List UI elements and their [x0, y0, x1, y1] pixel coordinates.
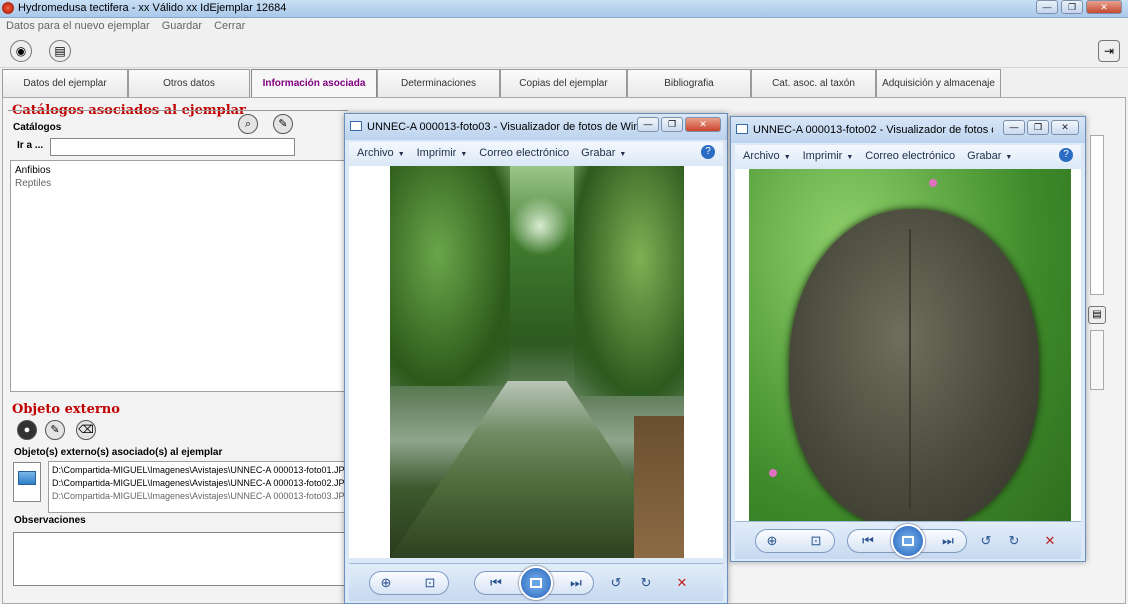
menu-grabar[interactable]: Grabar ▼: [967, 150, 1012, 162]
title-bar: Hydromedusa tectifera - xx Válido xx IdE…: [0, 0, 1128, 18]
objects-list[interactable]: D:\Compartida-MIGUEL\Imagenes\Avistajes\…: [48, 461, 348, 513]
rotate-left-icon[interactable]: ↺: [975, 533, 997, 549]
viewer-title: UNNEC-A 000013-foto03 - Visualizador de …: [367, 121, 637, 133]
menu-item-save[interactable]: Guardar: [162, 20, 202, 32]
objects-list-label: Objeto(s) externo(s) asociado(s) al ejem…: [14, 447, 223, 458]
goto-input[interactable]: [50, 138, 295, 156]
file-item[interactable]: D:\Compartida-MIGUEL\Imagenes\Avistajes\…: [52, 477, 347, 490]
delete-icon[interactable]: ✕: [671, 575, 693, 591]
maximize-button[interactable]: ❐: [1061, 0, 1083, 14]
file-item[interactable]: D:\Compartida-MIGUEL\Imagenes\Avistajes\…: [52, 464, 347, 477]
next-icon[interactable]: ⏭: [565, 575, 587, 591]
tab-cat-asoc-taxon[interactable]: Cat. asoc. al taxón: [751, 69, 876, 97]
next-icon[interactable]: ⏭: [937, 533, 959, 549]
turtle-photo: [749, 169, 1071, 557]
tab-datos-ejemplar[interactable]: Datos del ejemplar: [2, 69, 128, 97]
viewer-controls: ⊕ ⊡ ⏮ ⏭ ↺ ↻ ✕: [735, 521, 1081, 559]
external-section-title: Objeto externo: [12, 402, 120, 417]
viewer-title: UNNEC-A 000013-foto02 - Visualizador de …: [753, 124, 993, 136]
tab-copias-ejemplar[interactable]: Copias del ejemplar: [500, 69, 627, 97]
viewer-titlebar: UNNEC-A 000013-foto02 - Visualizador de …: [731, 117, 1085, 143]
previous-icon[interactable]: ⏮: [485, 575, 507, 591]
tab-otros-datos[interactable]: Otros datos: [128, 69, 250, 97]
edit-object-icon[interactable]: ✎: [45, 420, 65, 440]
photo-viewer-2: UNNEC-A 000013-foto02 - Visualizador de …: [730, 116, 1086, 562]
viewer-controls: ⊕ ⊡ ⏮ ⏭ ↺ ↻ ✕: [349, 563, 723, 601]
photo-area: [735, 169, 1081, 557]
exit-icon[interactable]: ⇥: [1098, 40, 1120, 62]
viewer-menu: Archivo ▼ Imprimir ▼ Correo electrónico Gr…: [735, 145, 1081, 167]
catalogs-label: Catálogos: [13, 122, 62, 133]
help-icon[interactable]: ?: [1059, 148, 1073, 162]
maximize-button[interactable]: ❐: [661, 117, 683, 132]
image-thumbnail-icon: [13, 462, 41, 502]
previous-icon[interactable]: ⏮: [857, 533, 879, 549]
print-icon[interactable]: ▤: [49, 40, 71, 62]
add-object-icon[interactable]: ●: [17, 420, 37, 440]
fit-window-icon[interactable]: ⊡: [805, 533, 827, 549]
edit-catalog-icon[interactable]: ✎: [273, 114, 293, 134]
list-item[interactable]: Anfibios: [15, 164, 345, 177]
maximize-button[interactable]: ❐: [1027, 120, 1049, 135]
menu-item-close[interactable]: Cerrar: [214, 20, 245, 32]
river-photo: [390, 166, 684, 558]
tab-determinaciones[interactable]: Determinaciones: [377, 69, 500, 97]
rotate-left-icon[interactable]: ↺: [605, 575, 627, 591]
rotate-right-icon[interactable]: ↻: [635, 575, 657, 591]
window-title: Hydromedusa tectifera - xx Válido xx IdE…: [18, 2, 287, 14]
toolbar: ◉ ▤ ⇥: [0, 34, 1128, 68]
help-icon[interactable]: ?: [701, 145, 715, 159]
menu-bar: Datos para el nuevo ejemplar Guardar Cer…: [0, 18, 1128, 34]
menu-imprimir[interactable]: Imprimir ▼: [803, 150, 854, 162]
search-catalog-icon[interactable]: ⌕: [238, 114, 258, 134]
app-icon: [2, 2, 14, 14]
catalogs-list[interactable]: Anfibios Reptiles: [10, 160, 350, 392]
tab-adquisicion[interactable]: Adquisición y almacenaje: [876, 69, 1001, 97]
slideshow-button[interactable]: [519, 566, 553, 600]
minimize-button[interactable]: —: [1003, 120, 1025, 135]
menu-archivo[interactable]: Archivo ▼: [743, 150, 791, 162]
photo-viewer-1: UNNEC-A 000013-foto03 - Visualizador de …: [344, 113, 728, 604]
close-button[interactable]: ✕: [1086, 0, 1122, 14]
image-icon: [350, 121, 362, 131]
menu-correo[interactable]: Correo electrónico: [865, 150, 955, 162]
photo-area: [349, 166, 723, 558]
delete-icon[interactable]: ✕: [1039, 533, 1061, 549]
observations-textarea[interactable]: [13, 532, 349, 586]
viewer-menu: Archivo ▼ Imprimir ▼ Correo electrónico Gr…: [349, 142, 723, 164]
menu-grabar[interactable]: Grabar ▼: [581, 147, 626, 159]
menu-correo[interactable]: Correo electrónico: [479, 147, 569, 159]
menu-archivo[interactable]: Archivo ▼: [357, 147, 405, 159]
close-button[interactable]: ✕: [1051, 120, 1079, 135]
minimize-button[interactable]: —: [1036, 0, 1058, 14]
slideshow-button[interactable]: [891, 524, 925, 558]
minimize-button[interactable]: —: [637, 117, 659, 132]
image-icon: [736, 124, 748, 134]
menu-item-new-specimen[interactable]: Datos para el nuevo ejemplar: [6, 20, 150, 32]
viewer-titlebar: UNNEC-A 000013-foto03 - Visualizador de …: [345, 114, 727, 140]
zoom-icon[interactable]: ⊕: [375, 575, 397, 591]
scrollbar[interactable]: [1090, 135, 1104, 295]
observations-label: Observaciones: [14, 515, 86, 526]
binoculars-icon[interactable]: ◉: [10, 40, 32, 62]
menu-imprimir[interactable]: Imprimir ▼: [417, 147, 468, 159]
scrollbar[interactable]: [1090, 330, 1104, 390]
rotate-right-icon[interactable]: ↻: [1003, 533, 1025, 549]
list-item[interactable]: Reptiles: [15, 177, 345, 190]
save-icon[interactable]: ▤: [1088, 306, 1106, 324]
fit-window-icon[interactable]: ⊡: [419, 575, 441, 591]
goto-label: Ir a ...: [17, 140, 44, 151]
file-item[interactable]: D:\Compartida-MIGUEL\Imagenes\Avistajes\…: [52, 490, 347, 503]
tab-strip: Datos del ejemplar Otros datos Informaci…: [0, 69, 1128, 98]
close-button[interactable]: ✕: [685, 117, 721, 132]
zoom-icon[interactable]: ⊕: [761, 533, 783, 549]
tab-informacion-asociada[interactable]: Información asociada: [251, 69, 377, 98]
tab-bibliografia[interactable]: Bibliografia: [627, 69, 751, 97]
eraser-icon[interactable]: ⌫: [76, 420, 96, 440]
